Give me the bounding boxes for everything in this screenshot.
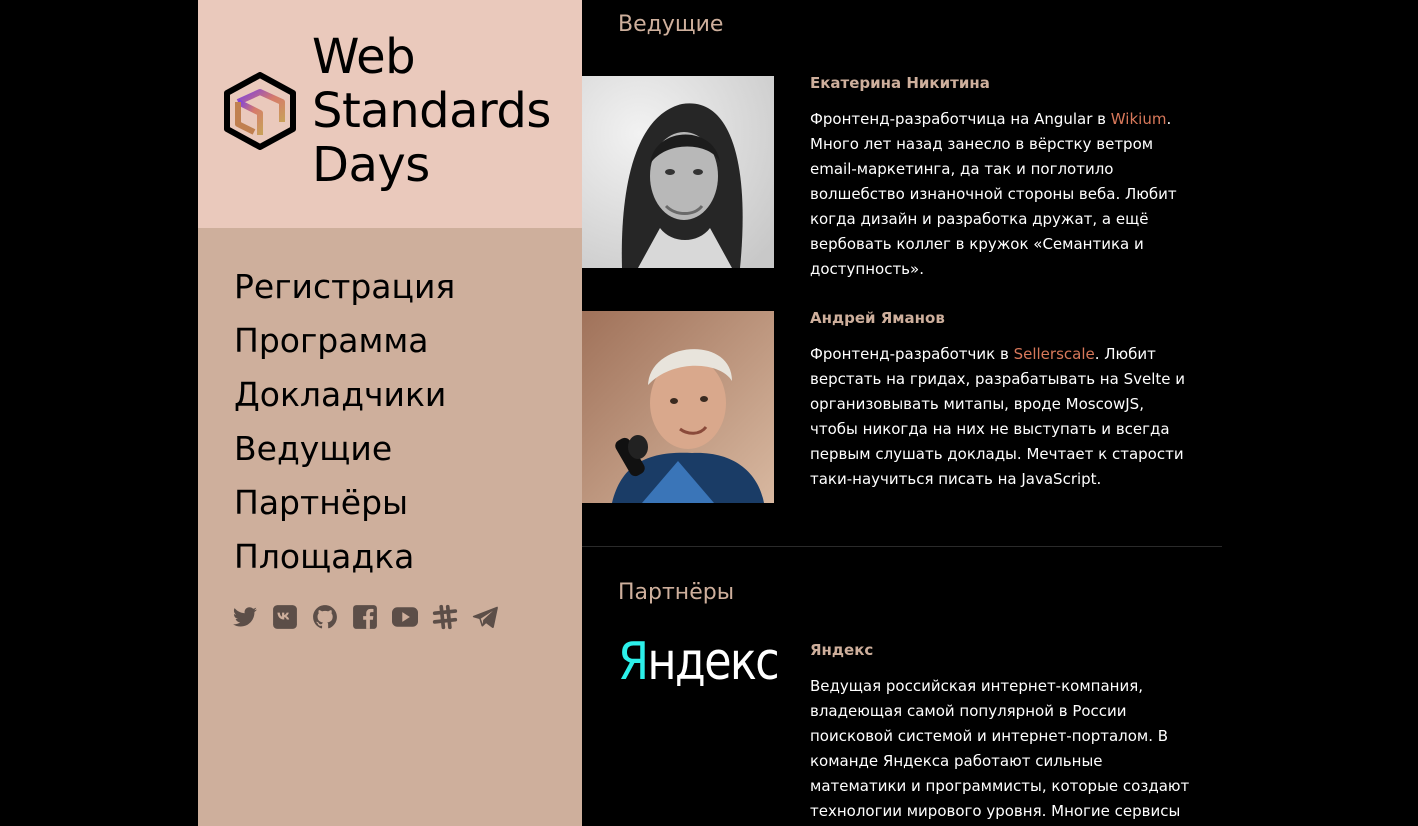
- nav-item-partners[interactable]: Партнёры: [234, 476, 455, 530]
- logo-line-3: Days: [312, 137, 430, 193]
- partner-name: Яндекс: [810, 641, 874, 659]
- host-bio-text-start: Фронтенд-разработчица на Angular в: [810, 110, 1111, 128]
- partner-description: Ведущая российская интернет-компания, вл…: [810, 677, 1190, 820]
- host-photo: [582, 76, 774, 268]
- host-name: Андрей Яманов: [810, 309, 945, 327]
- yandex-logo-rest: ндекс: [647, 632, 779, 692]
- host-bio-text-start: Фронтенд-разработчик в: [810, 345, 1014, 363]
- main-nav: Регистрация Программа Докладчики Ведущие…: [234, 260, 455, 584]
- logo-line-2: Standards: [312, 83, 551, 139]
- logo-line-1: Web: [312, 29, 416, 85]
- social-links: [232, 604, 498, 630]
- host-bio: Фронтенд-разработчик в Sellerscale. Люби…: [810, 342, 1190, 492]
- host-bio-text-end: . Много лет назад занесло в вёрстку ветр…: [810, 110, 1177, 278]
- slack-icon[interactable]: [432, 604, 458, 630]
- section-divider: [582, 546, 1222, 547]
- logo[interactable]: Web Standards Days: [198, 0, 582, 228]
- section-title-hosts: Ведущие: [618, 12, 724, 37]
- twitter-icon[interactable]: [232, 604, 258, 630]
- nav-item-venue[interactable]: Площадка: [234, 530, 455, 584]
- facebook-icon[interactable]: [352, 604, 378, 630]
- yandex-logo[interactable]: Яндекс: [618, 636, 780, 688]
- logo-text: Web Standards Days: [312, 30, 551, 192]
- youtube-icon[interactable]: [392, 604, 418, 630]
- host-company-link[interactable]: Wikium: [1111, 110, 1167, 128]
- yandex-logo-first-letter: Я: [618, 632, 649, 692]
- host-company-link[interactable]: Sellerscale: [1014, 345, 1095, 363]
- main-content: Ведущие Екатерина Никитина Фронтенд-разр…: [582, 0, 1418, 826]
- host-bio: Фронтенд-разработчица на Angular в Wikiu…: [810, 107, 1190, 282]
- host-photo: [582, 311, 774, 503]
- github-icon[interactable]: [312, 604, 338, 630]
- nav-item-program[interactable]: Программа: [234, 314, 455, 368]
- sidebar: Web Standards Days Регистрация Программа…: [198, 0, 582, 826]
- telegram-icon[interactable]: [472, 604, 498, 630]
- nav-item-registration[interactable]: Регистрация: [234, 260, 455, 314]
- host-bio-text-end: . Любит верстать на гридах, разрабатыват…: [810, 345, 1185, 488]
- nav-item-speakers[interactable]: Докладчики: [234, 368, 455, 422]
- nav-item-hosts[interactable]: Ведущие: [234, 422, 455, 476]
- host-name: Екатерина Никитина: [810, 74, 990, 92]
- vk-icon[interactable]: [272, 604, 298, 630]
- cube-logo-icon: [224, 72, 296, 150]
- section-title-partners: Партнёры: [618, 580, 735, 605]
